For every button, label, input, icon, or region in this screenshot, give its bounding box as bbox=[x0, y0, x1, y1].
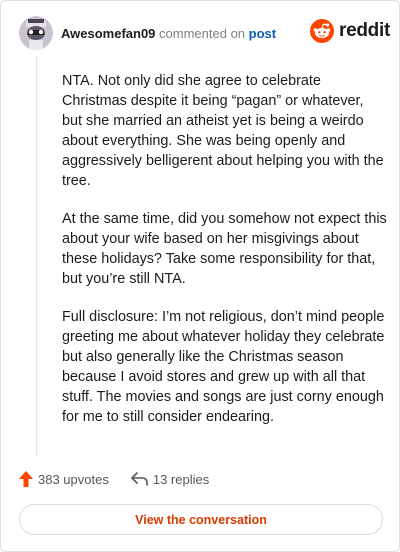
comment-body: NTA. Not only did she agree to celebrate… bbox=[62, 71, 387, 445]
upvote-count: 383 upvotes bbox=[38, 471, 109, 487]
post-link[interactable]: post bbox=[249, 26, 276, 41]
reddit-logo[interactable]: reddit bbox=[310, 19, 390, 43]
replies-button[interactable]: 13 replies bbox=[131, 472, 209, 487]
reply-count: 13 replies bbox=[152, 471, 210, 487]
comment-footer: 383 upvotes 13 replies bbox=[19, 471, 209, 487]
avatar[interactable] bbox=[19, 16, 53, 50]
upvote-arrow-icon bbox=[19, 471, 33, 487]
username[interactable]: Awesomefan09 bbox=[61, 26, 155, 41]
comment-paragraph: At the same time, did you somehow not ex… bbox=[62, 211, 387, 287]
reddit-wordmark: reddit bbox=[339, 20, 390, 41]
commented-on-text: commented on bbox=[159, 26, 246, 41]
view-conversation-button[interactable]: View the conversation bbox=[19, 504, 383, 535]
thread-line[interactable] bbox=[36, 56, 37, 456]
comment-paragraph: NTA. Not only did she agree to celebrate… bbox=[62, 73, 384, 189]
reddit-snoo-icon bbox=[310, 19, 334, 43]
comment-header: Awesomefan09 commented on post bbox=[61, 26, 276, 41]
upvote-button[interactable]: 383 upvotes bbox=[19, 471, 109, 487]
comment-paragraph: Full disclosure: I’m not religious, don’… bbox=[62, 309, 385, 425]
comment-card: Awesomefan09 commented on post reddit NT… bbox=[0, 0, 400, 552]
reply-arrow-icon bbox=[131, 472, 148, 486]
